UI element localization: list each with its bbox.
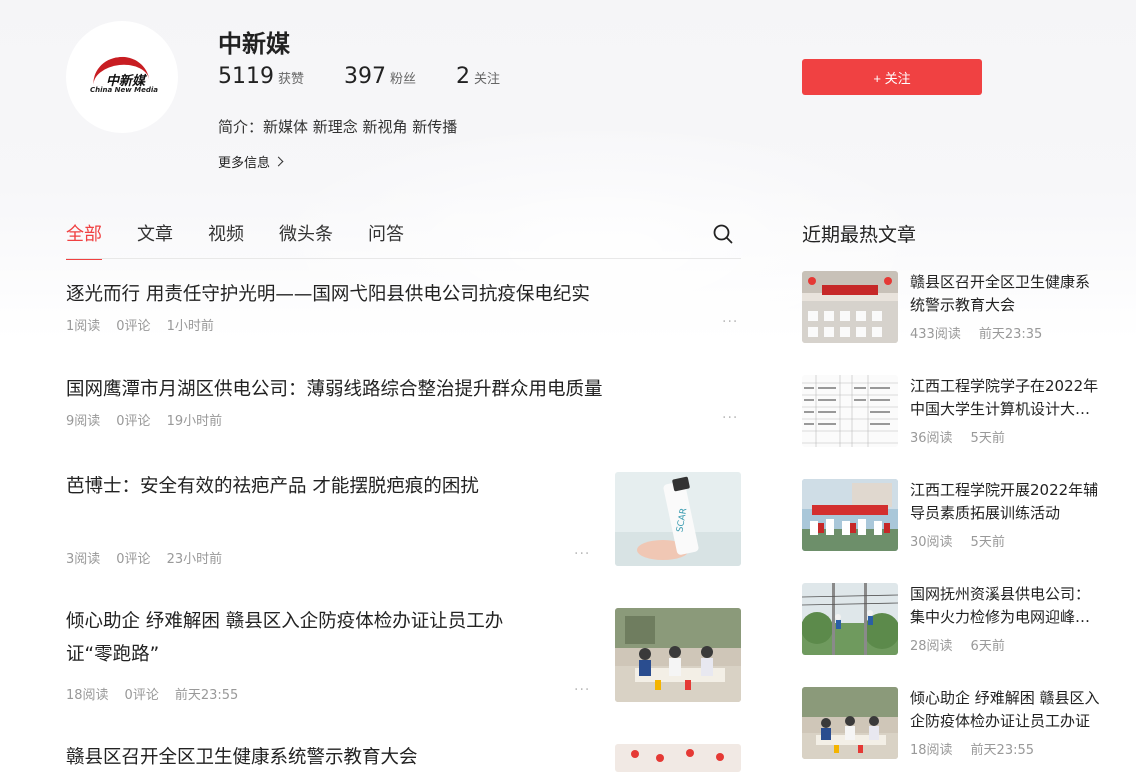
hot-article-item[interactable]: 国网抚州资溪县供电公司：集中火力检修为电网迎峰度夏 28阅读 6天前 bbox=[802, 583, 1102, 663]
tab-videos[interactable]: 视频 bbox=[208, 220, 244, 260]
likes-count: 5119 bbox=[218, 64, 274, 89]
tab-all[interactable]: 全部 bbox=[66, 220, 102, 260]
tab-micro-posts[interactable]: 微头条 bbox=[279, 220, 333, 260]
following-count[interactable]: 2 bbox=[456, 64, 470, 89]
tab-qa[interactable]: 问答 bbox=[368, 220, 404, 260]
publish-time: 23小时前 bbox=[166, 552, 223, 567]
hot-article-item[interactable]: 江西工程学院开展2022年辅导员素质拓展训练活动 30阅读 5天前 bbox=[802, 479, 1102, 559]
article-title[interactable]: 芭博士：安全有效的祛疤产品 才能摆脱疤痕的困扰 bbox=[66, 470, 546, 503]
comment-count: 0评论 bbox=[116, 552, 151, 567]
article-title[interactable]: 倾心助企 纾难解困 赣县区入企防疫体检办证让员工办证“零跑路” bbox=[66, 605, 546, 671]
hot-article-meta: 433阅读 前天23:35 bbox=[910, 323, 1060, 342]
article-meta: 3阅读 0评论 23小时前 bbox=[66, 548, 238, 567]
following-label[interactable]: 关注 bbox=[474, 68, 500, 87]
read-count: 9阅读 bbox=[66, 414, 101, 429]
article-title[interactable]: 逐光而行 用责任守护光明——国网弋阳县供电公司抗疫保电纪实 bbox=[66, 278, 741, 311]
follow-button[interactable]: + 关注 bbox=[802, 59, 982, 95]
article-item[interactable]: 国网鹰潭市月湖区供电公司：薄弱线路综合整治提升群众用电质量 9阅读 0评论 19… bbox=[66, 373, 741, 429]
content-tabs: 全部 文章 视频 微头条 问答 bbox=[66, 220, 439, 260]
comment-count: 0评论 bbox=[124, 688, 159, 703]
hot-article-item[interactable]: 倾心助企 纾难解困 赣县区入企防疫体检办证让员工办证 18阅读 前天23:55 bbox=[802, 687, 1102, 767]
hot-article-meta: 36阅读 5天前 bbox=[910, 427, 1023, 446]
publish-time: 6天前 bbox=[970, 639, 1005, 654]
avatar[interactable]: 中新媒 China New Media bbox=[66, 21, 178, 133]
read-count: 30阅读 bbox=[910, 535, 953, 550]
read-count: 1阅读 bbox=[66, 319, 101, 334]
china-new-media-logo: 中新媒 China New Media bbox=[90, 54, 158, 97]
read-count: 3阅读 bbox=[66, 552, 101, 567]
more-options-icon[interactable]: ··· bbox=[722, 314, 738, 330]
read-count: 28阅读 bbox=[910, 639, 953, 654]
hot-article-title[interactable]: 国网抚州资溪县供电公司：集中火力检修为电网迎峰度夏 bbox=[910, 583, 1102, 629]
fans-count[interactable]: 397 bbox=[344, 64, 386, 89]
hot-article-title[interactable]: 赣县区召开全区卫生健康系统警示教育大会 bbox=[910, 271, 1102, 317]
hot-article-thumbnail[interactable] bbox=[802, 687, 898, 759]
article-meta: 9阅读 0评论 19小时前 bbox=[66, 410, 741, 429]
hot-article-item[interactable]: 江西工程学院学子在2022年中国大学生计算机设计大赛中获佳绩 36阅读 5天前 bbox=[802, 375, 1102, 455]
tab-articles[interactable]: 文章 bbox=[137, 220, 173, 260]
hot-article-title[interactable]: 倾心助企 纾难解困 赣县区入企防疫体检办证让员工办证 bbox=[910, 687, 1102, 733]
hot-article-title[interactable]: 江西工程学院学子在2022年中国大学生计算机设计大赛中获佳绩 bbox=[910, 375, 1102, 421]
more-options-icon[interactable]: ··· bbox=[574, 682, 590, 698]
article-title[interactable]: 国网鹰潭市月湖区供电公司：薄弱线路综合整治提升群众用电质量 bbox=[66, 373, 741, 406]
comment-count: 0评论 bbox=[116, 319, 151, 334]
article-item[interactable]: 赣县区召开全区卫生健康系统警示教育大会 bbox=[66, 741, 741, 772]
more-options-icon[interactable]: ··· bbox=[722, 410, 738, 426]
publish-time: 前天23:55 bbox=[970, 743, 1035, 758]
hot-article-item[interactable]: 赣县区召开全区卫生健康系统警示教育大会 433阅读 前天23:35 bbox=[802, 271, 1102, 351]
hot-article-thumbnail[interactable] bbox=[802, 583, 898, 655]
more-info-label: 更多信息 bbox=[218, 156, 271, 171]
read-count: 36阅读 bbox=[910, 431, 953, 446]
publish-time: 前天23:55 bbox=[174, 688, 239, 703]
more-info-link[interactable]: 更多信息 bbox=[218, 152, 284, 171]
publish-time: 前天23:35 bbox=[978, 327, 1043, 342]
read-count: 18阅读 bbox=[66, 688, 109, 703]
search-icon[interactable] bbox=[713, 224, 733, 244]
comment-count: 0评论 bbox=[116, 414, 151, 429]
tab-divider bbox=[66, 258, 741, 259]
more-options-icon[interactable]: ··· bbox=[574, 546, 590, 562]
profile-intro: 简介：新媒体 新理念 新视角 新传播 bbox=[218, 118, 458, 136]
read-count: 433阅读 bbox=[910, 327, 961, 342]
publish-time: 1小时前 bbox=[166, 319, 214, 334]
article-item[interactable]: 逐光而行 用责任守护光明——国网弋阳县供电公司抗疫保电纪实 1阅读 0评论 1小… bbox=[66, 278, 741, 334]
logo-subtext: China New Media bbox=[90, 86, 159, 94]
hot-article-meta: 18阅读 前天23:55 bbox=[910, 739, 1052, 758]
hot-article-thumbnail[interactable] bbox=[802, 375, 898, 447]
article-title[interactable]: 赣县区召开全区卫生健康系统警示教育大会 bbox=[66, 741, 546, 772]
article-thumbnail[interactable] bbox=[615, 608, 741, 702]
publish-time: 19小时前 bbox=[166, 414, 223, 429]
hot-articles-title: 近期最热文章 bbox=[802, 224, 917, 246]
article-thumbnail[interactable] bbox=[615, 744, 741, 772]
likes-label: 获赞 bbox=[278, 72, 305, 87]
chevron-right-icon bbox=[273, 156, 284, 167]
read-count: 18阅读 bbox=[910, 743, 953, 758]
publish-time: 5天前 bbox=[970, 535, 1005, 550]
profile-name: 中新媒 bbox=[218, 30, 290, 58]
hot-article-title[interactable]: 江西工程学院开展2022年辅导员素质拓展训练活动 bbox=[910, 479, 1102, 525]
hot-article-meta: 28阅读 6天前 bbox=[910, 635, 1023, 654]
article-item[interactable]: 芭博士：安全有效的祛疤产品 才能摆脱疤痕的困扰 3阅读 0评论 23小时前 ··… bbox=[66, 470, 741, 570]
article-item[interactable]: 倾心助企 纾难解困 赣县区入企防疫体检办证让员工办证“零跑路” 18阅读 0评论… bbox=[66, 605, 741, 705]
hot-article-meta: 30阅读 5天前 bbox=[910, 531, 1023, 550]
profile-stats: 5119 获赞 397 粉丝 2 关注 bbox=[218, 64, 540, 89]
article-meta: 1阅读 0评论 1小时前 bbox=[66, 315, 741, 334]
article-meta: 18阅读 0评论 前天23:55 bbox=[66, 684, 254, 703]
article-thumbnail[interactable]: SCAR bbox=[615, 472, 741, 566]
hot-article-thumbnail[interactable] bbox=[802, 271, 898, 343]
publish-time: 5天前 bbox=[970, 431, 1005, 446]
fans-label[interactable]: 粉丝 bbox=[390, 68, 416, 87]
hot-article-thumbnail[interactable] bbox=[802, 479, 898, 551]
